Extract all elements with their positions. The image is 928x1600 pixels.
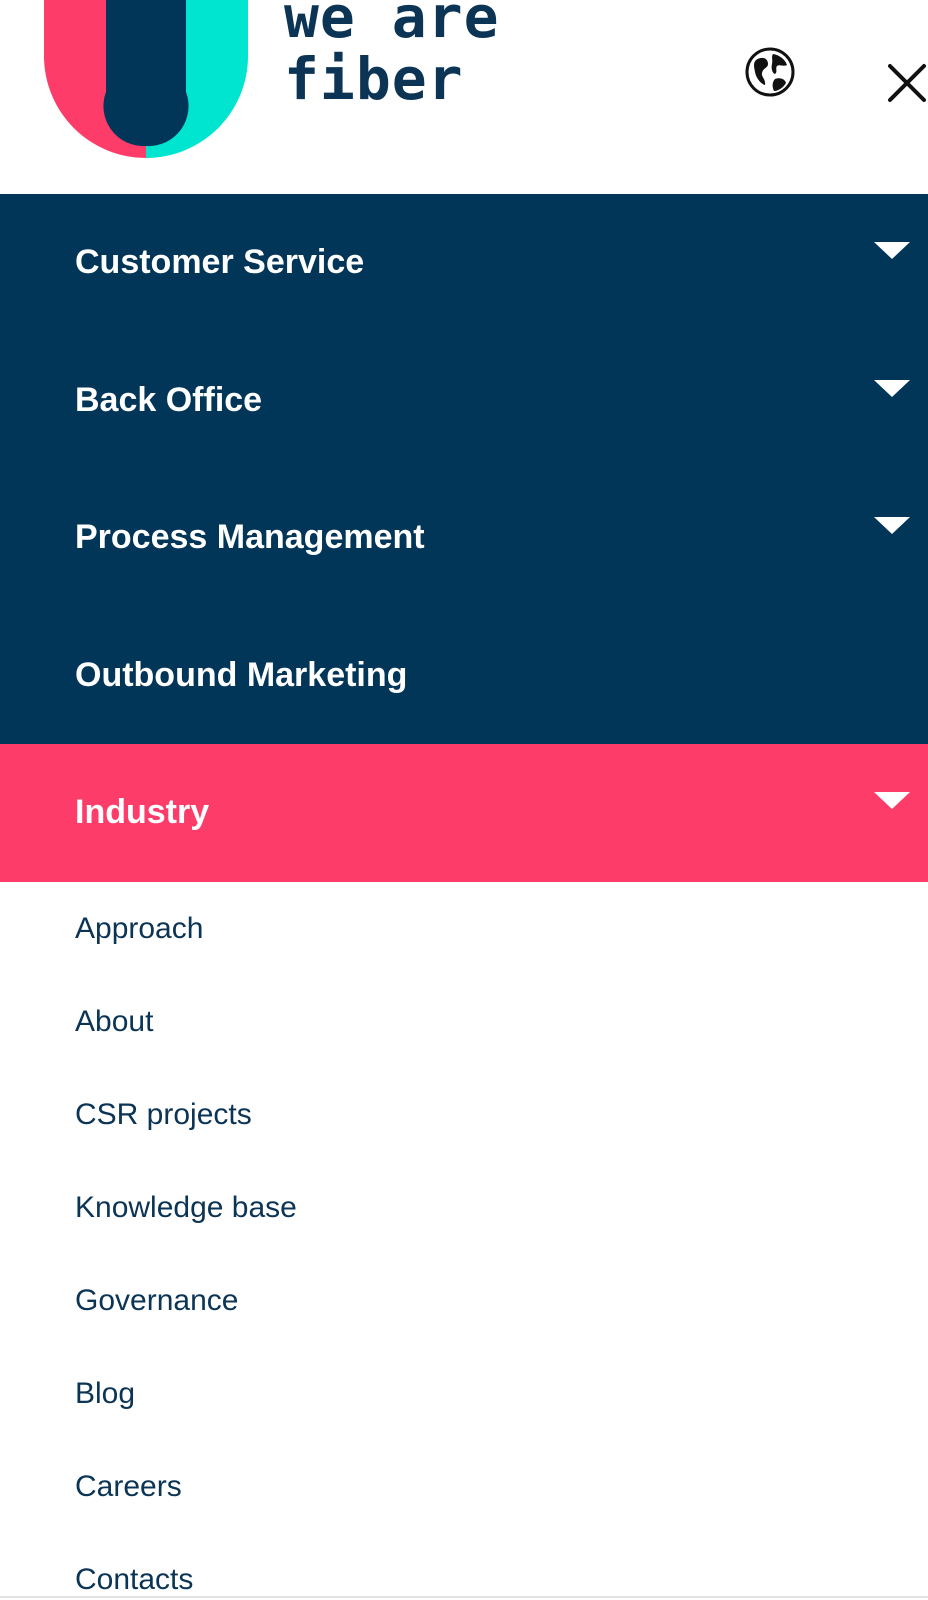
menu-item-label: Process Management [75, 518, 425, 557]
menu-link-label: Knowledge base [75, 1190, 297, 1224]
chevron-down-icon[interactable] [874, 242, 910, 259]
menu-link-label: CSR projects [75, 1097, 252, 1131]
menu-link-label: Contacts [75, 1562, 194, 1596]
close-icon[interactable] [886, 62, 928, 104]
globe-icon[interactable] [744, 46, 796, 98]
menu-link-about[interactable]: About [0, 977, 928, 1070]
chevron-down-icon[interactable] [874, 517, 910, 534]
primary-menu: Customer Service Back Office Process Man… [0, 194, 928, 882]
menu-item-label: Back Office [75, 380, 263, 419]
bottom-divider [0, 1596, 928, 1598]
menu-item-label: Outbound Marketing [75, 655, 408, 694]
menu-item-outbound-marketing[interactable]: Outbound Marketing [0, 606, 928, 744]
menu-item-back-office[interactable]: Back Office [0, 331, 928, 469]
brand-wordmark-line1: we are [284, 0, 500, 51]
secondary-menu: Approach About CSR projects Knowledge ba… [0, 884, 928, 1600]
menu-link-contacts[interactable]: Contacts [0, 1535, 928, 1600]
chevron-down-icon[interactable] [874, 792, 910, 809]
menu-item-industry[interactable]: Industry [0, 744, 928, 882]
menu-link-approach[interactable]: Approach [0, 884, 928, 977]
chevron-down-icon[interactable] [874, 379, 910, 397]
menu-link-label: About [75, 1004, 154, 1038]
menu-item-process-management[interactable]: Process Management [0, 469, 928, 607]
menu-link-knowledge-base[interactable]: Knowledge base [0, 1163, 928, 1256]
menu-link-blog[interactable]: Blog [0, 1349, 928, 1442]
menu-item-customer-service[interactable]: Customer Service [0, 194, 928, 332]
menu-item-label: Industry [75, 793, 210, 832]
menu-link-label: Blog [75, 1376, 136, 1410]
menu-link-label: Careers [75, 1469, 182, 1503]
brand-logo-icon[interactable] [44, 0, 248, 160]
menu-link-label: Approach [75, 911, 204, 945]
menu-link-csr-projects[interactable]: CSR projects [0, 1070, 928, 1163]
menu-link-careers[interactable]: Careers [0, 1442, 928, 1535]
brand-wordmark[interactable]: we are fiber [284, 0, 500, 110]
menu-link-label: Governance [75, 1283, 239, 1317]
header: we are fiber [0, 0, 928, 194]
menu-link-governance[interactable]: Governance [0, 1256, 928, 1349]
brand-wordmark-line2: fiber [284, 45, 464, 113]
menu-item-label: Customer Service [75, 243, 365, 282]
